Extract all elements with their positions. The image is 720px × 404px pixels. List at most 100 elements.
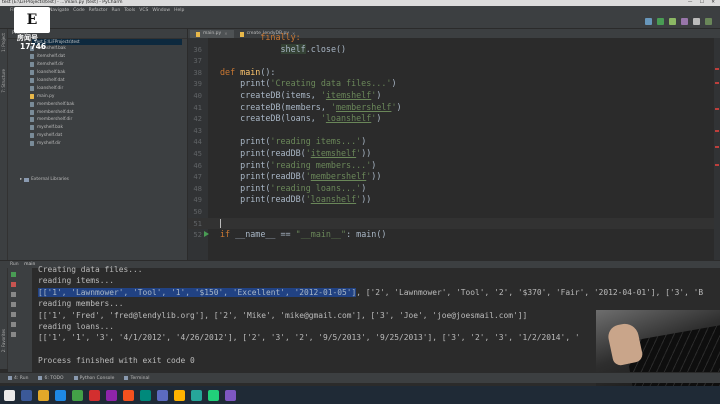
expand-arrow-icon[interactable]: ▸: [20, 177, 22, 182]
code-token: finally:: [220, 32, 301, 42]
print-icon[interactable]: [11, 312, 16, 317]
search-icon[interactable]: [705, 18, 712, 25]
run-gutter-icon[interactable]: [204, 231, 209, 238]
project-file-item[interactable]: loanshelf.dir: [30, 84, 74, 92]
editor-error-stripe[interactable]: [714, 38, 720, 260]
debug-icon[interactable]: [669, 18, 676, 25]
scroll-to-end-icon[interactable]: [11, 302, 16, 307]
close-icon[interactable]: [11, 332, 16, 337]
taskbar-app-icon[interactable]: [225, 389, 236, 401]
menu-item-tools[interactable]: Tools: [124, 8, 135, 13]
taskbar-app-icon[interactable]: [191, 389, 202, 401]
error-marker[interactable]: [715, 164, 719, 166]
console-line: [['1', '1', '3', '4/1/2012', '4/26/2012'…: [38, 332, 580, 343]
code-line[interactable]: 37: [188, 55, 714, 66]
taskbar-app-icon[interactable]: [72, 389, 83, 401]
code-line[interactable]: 50: [188, 206, 714, 217]
tool-window-4-run[interactable]: 4: Run: [8, 376, 28, 381]
project-file-item[interactable]: membershelf.dat: [30, 108, 74, 116]
error-marker[interactable]: [715, 68, 719, 70]
python-file-icon: [30, 93, 34, 99]
code-line[interactable]: 45 print(readDB('itemshelf')): [188, 148, 714, 159]
project-file-item[interactable]: myshelf.bak: [30, 124, 74, 132]
coverage-icon[interactable]: [681, 18, 688, 25]
menu-item-vcs[interactable]: VCS: [139, 8, 148, 13]
menu-item-refactor[interactable]: Refactor: [89, 8, 108, 13]
code-editor[interactable]: finally: 36 shelf.close() 37 38 def main(): 3…: [188, 32, 714, 260]
code-line[interactable]: 42 createDB(loans, 'loanshelf'): [188, 113, 714, 124]
code-token: print(readDB(: [220, 194, 306, 205]
run-panel-title[interactable]: Run: [10, 262, 19, 267]
code-line[interactable]: 43: [188, 125, 714, 136]
code-text: print('reading loans...'): [220, 183, 366, 194]
tool-window-6-todo[interactable]: 6: TODO: [38, 376, 64, 381]
taskbar-app-icon[interactable]: [140, 389, 151, 401]
console-line: [['1', 'Fred', 'fred@lendylib.org'], ['2…: [38, 310, 527, 321]
file-icon: [30, 109, 34, 115]
settings-icon[interactable]: [693, 18, 700, 25]
code-line[interactable]: 48 print('reading loans...'): [188, 183, 714, 194]
clear-icon[interactable]: [11, 322, 16, 327]
start-button-icon[interactable]: [4, 389, 15, 401]
code-text: shelf.close(): [220, 43, 346, 55]
taskbar-app-icon[interactable]: [21, 389, 32, 401]
menu-item-run[interactable]: Run: [112, 8, 121, 13]
run-config-name[interactable]: main: [24, 262, 35, 267]
project-file-item[interactable]: itemshelf.dat: [30, 53, 74, 61]
taskbar-app-icon[interactable]: [157, 389, 168, 401]
code-line[interactable]: 47 print(readDB('membershelf')): [188, 171, 714, 182]
taskbar-app-icon[interactable]: [55, 389, 66, 401]
menu-item-help[interactable]: Help: [174, 8, 184, 13]
code-line[interactable]: 38 def main():: [188, 67, 714, 78]
favorites-tool-label[interactable]: 2: Favorites: [1, 329, 6, 352]
project-file-item[interactable]: main.py: [30, 92, 74, 100]
project-file-item[interactable]: loanshelf.bak: [30, 69, 74, 77]
error-marker[interactable]: [715, 108, 719, 110]
project-file-item[interactable]: itemshelf.dir: [30, 61, 74, 69]
taskbar-app-icon[interactable]: [38, 389, 49, 401]
project-file-item[interactable]: myshelf.dat: [30, 132, 74, 140]
error-marker[interactable]: [715, 146, 719, 148]
code-line[interactable]: 52 if __name__ == "__main__": main(): [188, 229, 714, 240]
project-file-name: membershelf.dat: [37, 109, 74, 115]
code-line[interactable]: 39 print('Creating data files...'): [188, 78, 714, 89]
error-marker[interactable]: [715, 130, 719, 132]
code-token: print(: [220, 159, 271, 170]
error-marker[interactable]: [715, 82, 719, 84]
code-line[interactable]: 36 shelf.close(): [188, 43, 714, 55]
external-libraries-item[interactable]: ▸ External Libraries: [20, 177, 69, 182]
console-text: , ['2', 'Lawnmower', 'Tool', '2', '$370'…: [356, 287, 704, 297]
project-file-item[interactable]: loanshelf.dat: [30, 77, 74, 85]
menu-item-code[interactable]: Code: [73, 8, 85, 13]
code-line[interactable]: 41 createDB(members, 'membershelf'): [188, 102, 714, 113]
menu-item-window[interactable]: Window: [152, 8, 170, 13]
tool-window-python-console[interactable]: Python Console: [73, 376, 114, 381]
tool-window-terminal[interactable]: Terminal: [124, 376, 150, 381]
line-number: 51: [193, 218, 202, 228]
code-line[interactable]: 40 createDB(items, 'itemshelf'): [188, 90, 714, 101]
project-file-item[interactable]: membershelf.dir: [30, 116, 74, 124]
code-line[interactable]: 44 print('reading items...'): [188, 136, 714, 147]
code-line[interactable]: 46 print('reading members...'): [188, 160, 714, 171]
project-tool-label[interactable]: 1: Project: [1, 33, 6, 52]
taskbar-app-icon[interactable]: [89, 389, 100, 401]
rerun-icon[interactable]: [11, 272, 16, 277]
code-line[interactable]: 51: [188, 217, 714, 229]
code-line[interactable]: finally:: [188, 32, 714, 43]
code-token: ): [396, 101, 402, 112]
console-line: reading members...: [38, 298, 124, 309]
pause-icon[interactable]: [11, 292, 16, 297]
project-file-item[interactable]: myshelf.dir: [30, 140, 74, 148]
stop-icon[interactable]: [11, 282, 16, 287]
taskbar-app-icon[interactable]: [106, 389, 117, 401]
taskbar-app-icon[interactable]: [123, 389, 134, 401]
run-icon[interactable]: [657, 18, 664, 25]
config-dropdown-icon[interactable]: [645, 18, 652, 25]
taskbar-app-icon[interactable]: [174, 389, 185, 401]
project-file-item[interactable]: membershelf.bak: [30, 100, 74, 108]
line-number: 46: [193, 160, 202, 170]
code-line[interactable]: 49 print(readDB('loanshelf')): [188, 194, 714, 205]
structure-tool-label[interactable]: 7: Structure: [1, 69, 6, 93]
pycharm-taskbar-icon[interactable]: [208, 389, 219, 401]
code-token: : main(): [346, 229, 387, 240]
